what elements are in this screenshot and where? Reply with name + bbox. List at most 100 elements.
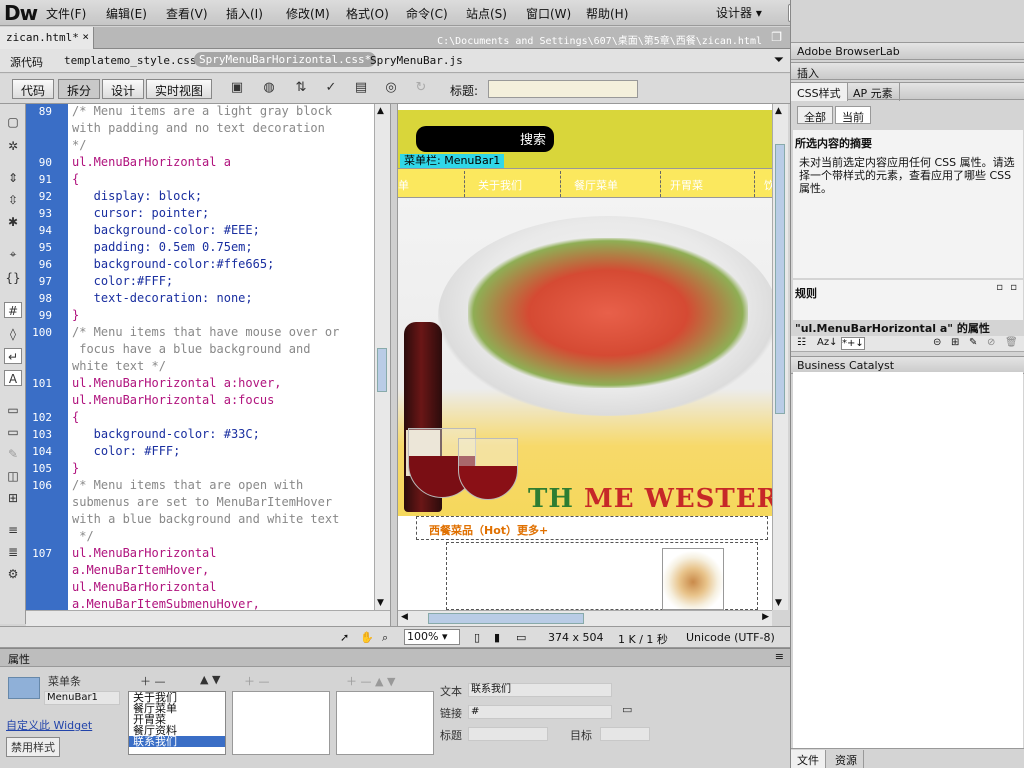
code-line[interactable]: {: [72, 410, 79, 424]
all-mode-button[interactable]: 全部: [797, 106, 833, 124]
link-field[interactable]: #: [468, 705, 612, 719]
visual-aids-icon[interactable]: ▤: [350, 80, 372, 98]
menu-file[interactable]: 文件(F): [46, 5, 86, 22]
nav-item-about[interactable]: 关于我们: [478, 177, 522, 193]
outdent-icon[interactable]: ≣: [4, 544, 22, 560]
code-line[interactable]: ul.MenuBarHorizontal: [72, 546, 217, 560]
list-item-selected[interactable]: 联系我们: [129, 736, 225, 747]
filter-icon[interactable]: ⏷: [774, 53, 784, 68]
tab-css-styles[interactable]: CSS样式: [791, 83, 848, 101]
code-editor[interactable]: /* Menu items are a light gray block with…: [68, 104, 374, 610]
code-line[interactable]: /* Menu items are a light gray block: [72, 104, 332, 118]
restore-doc-icon[interactable]: ❐: [771, 30, 782, 44]
current-mode-button[interactable]: 当前: [835, 106, 871, 124]
code-line[interactable]: display: block;: [72, 189, 202, 203]
balance-braces-icon[interactable]: {}: [4, 270, 22, 286]
delete-icon[interactable]: 🗑: [1005, 337, 1018, 348]
indent-icon[interactable]: ≡: [4, 522, 22, 538]
text-field[interactable]: 联系我们: [468, 683, 612, 697]
live-view-button[interactable]: 实时视图: [146, 79, 213, 99]
highlight-invalid-icon[interactable]: ◊: [4, 326, 22, 342]
code-line[interactable]: background-color: #EEE;: [72, 223, 260, 237]
scroll-right-icon[interactable]: ▶: [762, 612, 769, 622]
move-item-arrows-icon[interactable]: ▲ ▼: [200, 673, 220, 686]
code-line[interactable]: focus have a blue background and: [72, 342, 310, 356]
add-subsubmenu-icon[interactable]: ＋ — ▲ ▼: [346, 673, 395, 689]
menu-site[interactable]: 站点(S): [466, 5, 507, 22]
design-hscroll-thumb[interactable]: [428, 613, 584, 624]
desktop-size-icon[interactable]: ▭: [516, 631, 526, 644]
move-css-icon[interactable]: ⊞: [4, 490, 22, 506]
code-line[interactable]: */: [72, 138, 86, 152]
target-field[interactable]: [600, 727, 650, 741]
code-line[interactable]: a.MenuBarItemHover,: [72, 563, 209, 577]
inspect-icon[interactable]: ◎: [380, 80, 402, 98]
edit-rule-icon[interactable]: ✎: [969, 337, 977, 348]
menu-window[interactable]: 窗口(W): [526, 5, 571, 22]
tab-close-icon[interactable]: ×: [82, 30, 89, 43]
code-line[interactable]: submenus are set to MenuBarItemHover: [72, 495, 332, 509]
design-view[interactable]: 搜索 单 关于我们 餐厅菜单 开胃菜 饮 菜单栏: MenuBar1 TH ME…: [398, 104, 772, 610]
code-line[interactable]: padding: 0.5em 0.75em;: [72, 240, 253, 254]
set-properties-icon[interactable]: *+↓: [841, 337, 865, 350]
insert-panel-header[interactable]: 插入: [791, 62, 1024, 80]
related-file-style[interactable]: templatemo_style.css: [64, 54, 196, 67]
file-management-icon[interactable]: ⇅: [290, 80, 312, 98]
design-horizontal-scrollbar[interactable]: ◀ ▶: [398, 610, 772, 626]
apply-comment-icon[interactable]: ▭: [4, 402, 22, 418]
window-size-readout[interactable]: 374 x 504: [548, 631, 604, 644]
related-file-menubar-js[interactable]: SpryMenuBar.js: [370, 54, 463, 67]
design-scroll-thumb[interactable]: [775, 144, 785, 414]
menubar-preview[interactable]: 单 关于我们 餐厅菜单 开胃菜 饮: [398, 168, 772, 198]
menu-format[interactable]: 格式(O): [346, 5, 389, 22]
syntax-coloring-icon[interactable]: A: [4, 370, 22, 386]
collapse-tag-icon[interactable]: ⇕: [4, 170, 22, 186]
refresh-icon[interactable]: ↻: [410, 80, 432, 98]
disable-icon[interactable]: ⊘: [987, 337, 995, 348]
menubar-widget-tag[interactable]: 菜单栏: MenuBar1: [400, 154, 505, 168]
scroll-up-icon[interactable]: ▲: [377, 106, 384, 116]
code-scroll-thumb[interactable]: [377, 348, 387, 392]
menu-modify[interactable]: 修改(M): [286, 5, 330, 22]
new-rule-icon[interactable]: ⊞: [951, 337, 959, 348]
submenu-list[interactable]: [232, 691, 330, 755]
scroll-up-icon[interactable]: ▲: [775, 106, 782, 116]
tablet-size-icon[interactable]: ▮: [494, 631, 500, 644]
scroll-down-icon[interactable]: ▼: [377, 598, 384, 608]
nav-item-partial[interactable]: 单: [398, 177, 409, 193]
code-line[interactable]: white text */: [72, 359, 166, 373]
title-attr-field[interactable]: [468, 727, 548, 741]
code-line[interactable]: /* Menu items that have mouse over or: [72, 325, 339, 339]
add-submenu-icon[interactable]: ＋ —: [244, 673, 270, 689]
tab-assets[interactable]: 资源: [829, 750, 864, 768]
design-view-button[interactable]: 设计: [102, 79, 145, 99]
menu-edit[interactable]: 编辑(E): [106, 5, 147, 22]
element-id-field[interactable]: MenuBar1: [44, 691, 120, 705]
code-line[interactable]: ul.MenuBarHorizontal a:hover,: [72, 376, 282, 390]
attach-stylesheet-icon[interactable]: ⊝: [933, 337, 941, 348]
browserlab-panel-header[interactable]: Adobe BrowserLab: [791, 42, 1024, 60]
code-line[interactable]: ul.MenuBarHorizontal a:focus: [72, 393, 274, 407]
menu-view[interactable]: 查看(V): [166, 5, 208, 22]
zoom-select[interactable]: 100% ▾: [404, 629, 460, 645]
related-file-menubar-css[interactable]: SpryMenuBarHorizontal.css*: [194, 52, 377, 67]
properties-title[interactable]: 属性: [8, 651, 30, 667]
workspace-switcher[interactable]: 设计器 ▾: [716, 4, 762, 21]
collapse-selection-icon[interactable]: ⇳: [4, 192, 22, 208]
browse-folder-icon[interactable]: ▭: [622, 703, 632, 716]
category-view-icon[interactable]: ☷: [797, 337, 806, 348]
scroll-down-icon[interactable]: ▼: [775, 598, 782, 608]
nav-item-appetizer[interactable]: 开胃菜: [670, 177, 703, 193]
show-code-navigator-icon[interactable]: ✲: [4, 138, 22, 154]
related-source-code[interactable]: 源代码: [10, 54, 43, 70]
code-line[interactable]: background-color: #33C;: [72, 427, 260, 441]
expand-all-icon[interactable]: ✱: [4, 214, 22, 230]
disable-style-button[interactable]: 禁用样式: [6, 737, 60, 757]
document-tab[interactable]: zican.html* ×: [0, 27, 94, 49]
hot-dishes-heading[interactable]: 西餐菜品（Hot）更多+: [429, 522, 548, 538]
design-vertical-scrollbar[interactable]: ▲ ▼: [772, 104, 788, 610]
document-title-input[interactable]: [488, 80, 638, 98]
code-horizontal-scrollbar[interactable]: [26, 610, 390, 626]
window-size-icon[interactable]: ▯: [474, 631, 480, 644]
code-line[interactable]: color:#FFF;: [72, 274, 173, 288]
